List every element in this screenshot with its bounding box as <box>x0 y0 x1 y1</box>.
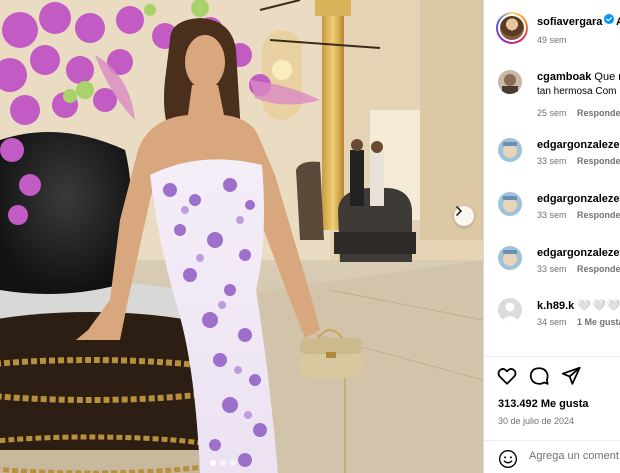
header-truncated-text: A <box>616 16 620 28</box>
comment-time[interactable]: 33 sem <box>537 264 567 274</box>
comment-list[interactable]: cgamboak Que r tan hermosa Com 25 sem Res… <box>484 60 620 350</box>
post-image <box>0 0 483 473</box>
chevron-right-icon <box>456 206 463 216</box>
heart-icon[interactable] <box>496 365 518 387</box>
comment-item: k.h89.k🤍🤍🤍🤍 34 sem 1 Me gusta <box>484 292 620 342</box>
reply-button[interactable]: Responde <box>577 108 620 118</box>
commenter-username[interactable]: cgamboak Que r <box>537 71 620 83</box>
author-username[interactable]: sofiavergara <box>537 16 602 28</box>
avatar-image <box>498 192 522 216</box>
comment-item: edgargonzalezey 33 sem Responde <box>484 186 620 236</box>
comment-item: edgargonzalezey 33 sem Responde <box>484 240 620 290</box>
post-date: 30 de julio de 2024 <box>498 416 575 426</box>
carousel-next-button[interactable] <box>454 206 474 226</box>
reply-button[interactable]: Responde <box>577 156 620 166</box>
avatar-image <box>498 70 522 94</box>
comment-like-count[interactable]: 1 Me gusta <box>577 317 620 327</box>
avatar-image <box>500 16 524 40</box>
commenter-username[interactable]: edgargonzalezey <box>537 193 620 205</box>
avatar-image <box>498 246 522 270</box>
comment-time[interactable]: 33 sem <box>537 210 567 220</box>
carousel-dot <box>230 460 236 466</box>
comment-text: 🤍🤍🤍🤍 <box>577 300 620 312</box>
post-sidebar: sofiavergara A 49 sem cgamboakQue r tan … <box>483 0 620 473</box>
comment-item: edgargonzalezey 33 sem Responde <box>484 132 620 182</box>
reply-button[interactable]: Responde <box>577 264 620 274</box>
commenter-avatar[interactable] <box>498 298 522 322</box>
carousel-dot <box>210 460 216 466</box>
comment-composer <box>484 440 620 473</box>
carousel-dots <box>210 460 236 466</box>
like-count[interactable]: 313.492 Me gusta <box>498 398 589 410</box>
author-avatar[interactable] <box>496 12 528 44</box>
comment-text: Que r <box>594 71 620 83</box>
post-actions <box>484 356 620 394</box>
share-icon[interactable] <box>560 365 582 387</box>
default-avatar-icon <box>498 298 522 322</box>
commenter-avatar[interactable] <box>498 70 522 94</box>
post-photo[interactable] <box>0 0 483 473</box>
commenter-avatar[interactable] <box>498 246 522 270</box>
post-header: sofiavergara A 49 sem <box>484 0 620 58</box>
commenter-username[interactable]: k.h89.k🤍🤍🤍🤍 <box>537 299 620 312</box>
commenter-username[interactable]: edgargonzalezey <box>537 247 620 259</box>
post-time[interactable]: 49 sem <box>537 35 567 45</box>
avatar-image <box>498 138 522 162</box>
commenter-avatar[interactable] <box>498 138 522 162</box>
comment-text-continued: tan hermosa Com <box>537 86 617 97</box>
commenter-username[interactable]: edgargonzalezey <box>537 139 620 151</box>
comment-input[interactable] <box>529 450 619 462</box>
comment-time[interactable]: 25 sem <box>537 108 567 118</box>
commenter-avatar[interactable] <box>498 192 522 216</box>
verified-badge-icon <box>604 14 614 24</box>
reply-button[interactable]: Responde <box>577 210 620 220</box>
comment-time[interactable]: 33 sem <box>537 156 567 166</box>
comment-time[interactable]: 34 sem <box>537 317 567 327</box>
comment-icon[interactable] <box>528 365 550 387</box>
comment-item: cgamboak Que r tan hermosa Com 25 sem Res… <box>484 64 620 118</box>
emoji-icon[interactable] <box>498 449 518 469</box>
carousel-dot <box>220 460 226 466</box>
